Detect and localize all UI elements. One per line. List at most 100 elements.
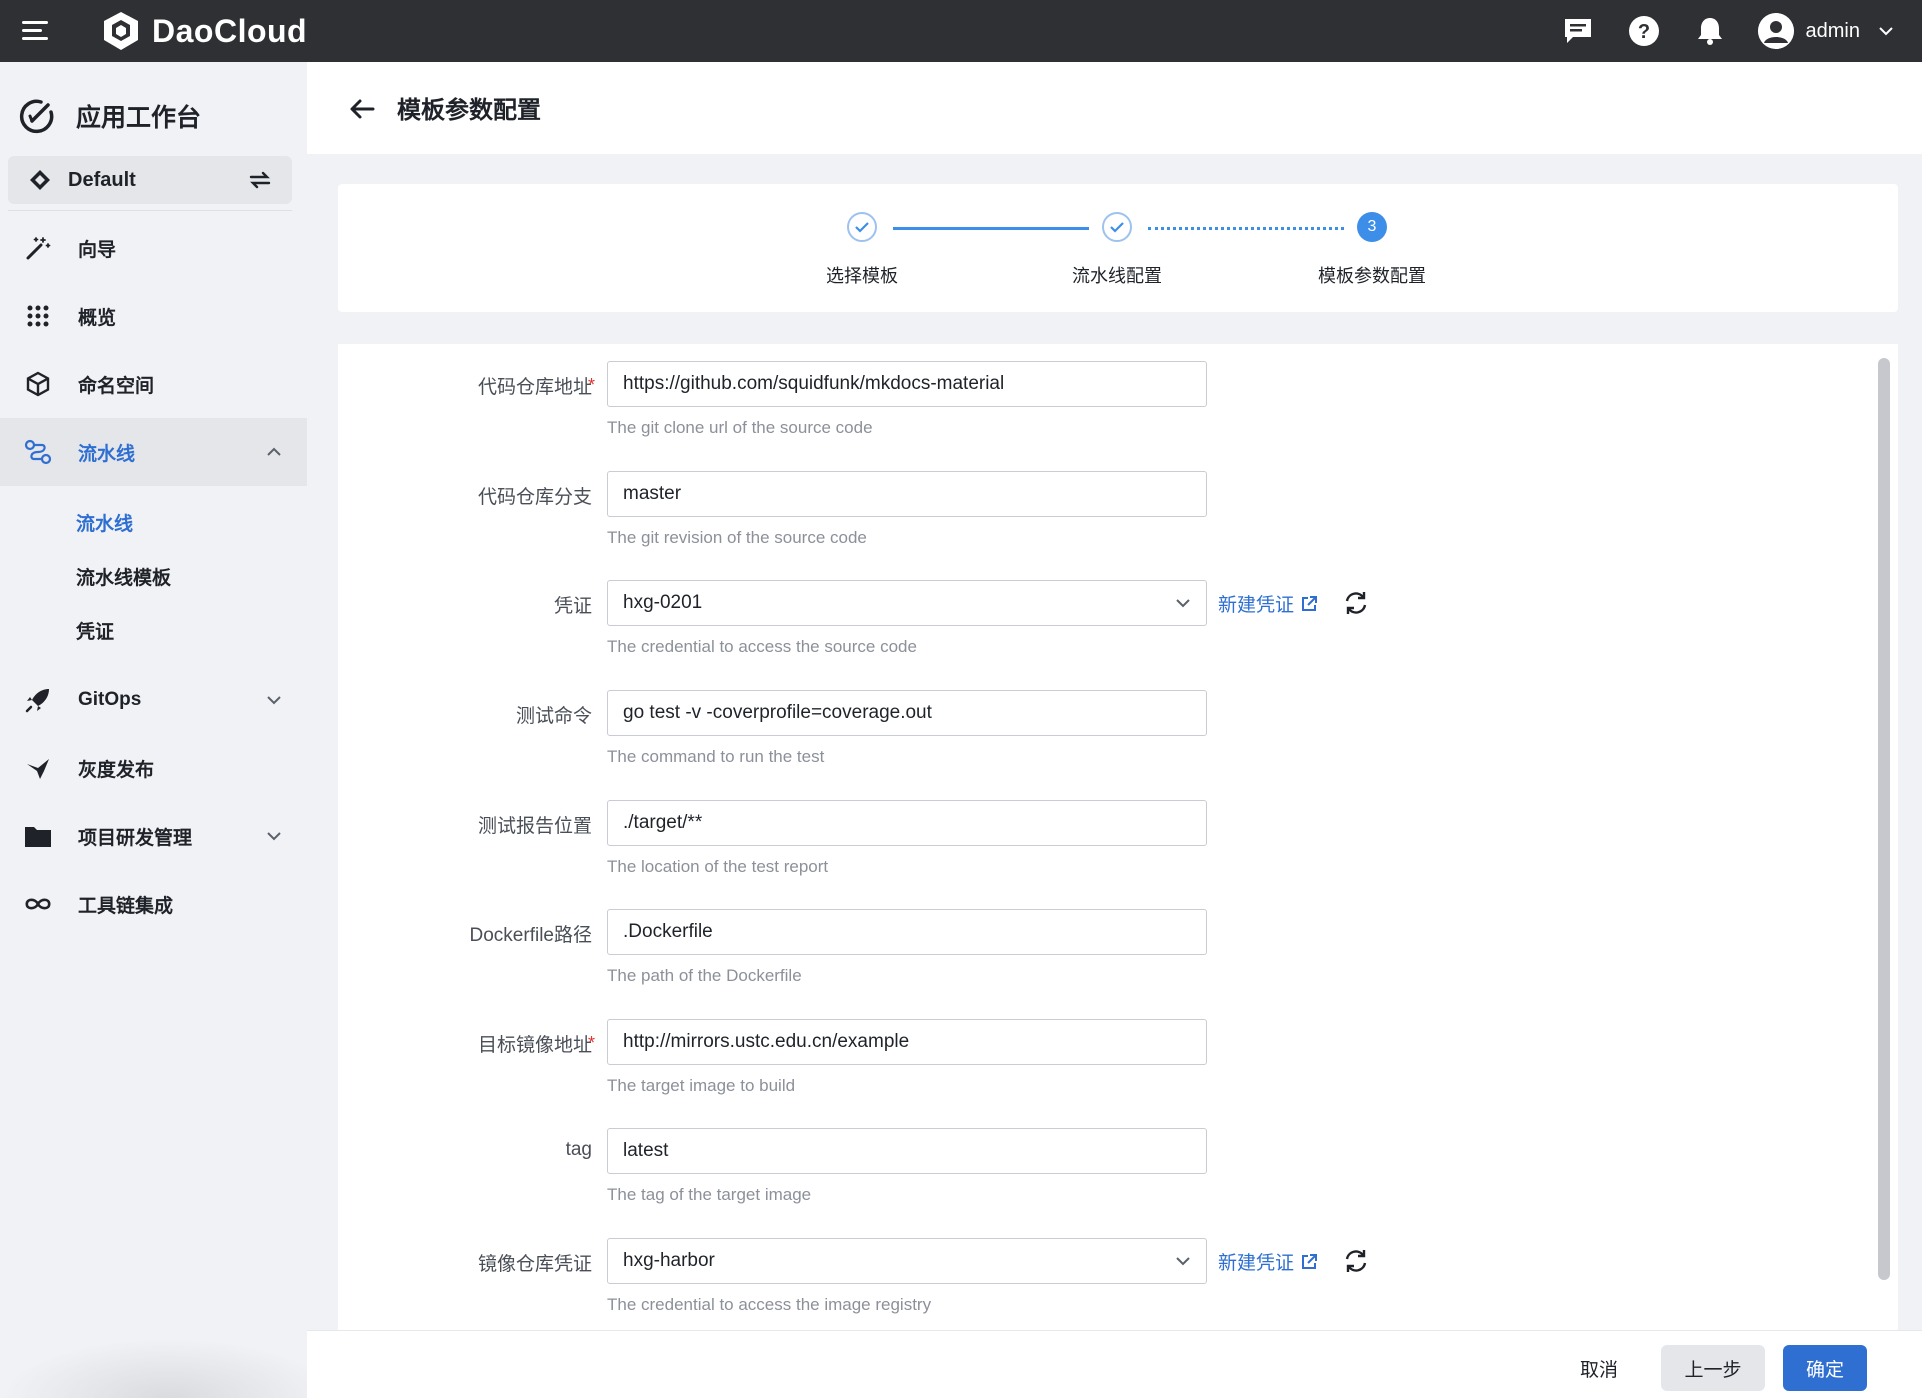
- registry-credential-select[interactable]: hxg-harbor: [607, 1238, 1207, 1284]
- sidebar-item-namespace[interactable]: 命名空间: [0, 350, 307, 418]
- step-2-label: 流水线配置: [1072, 266, 1162, 286]
- sidebar-subitem-credential[interactable]: 凭证: [76, 610, 114, 650]
- repo-url-input[interactable]: [607, 361, 1207, 407]
- steps-card: 3 选择模板 流水线配置 模板参数配置: [338, 184, 1898, 312]
- menu-icon[interactable]: [22, 16, 50, 46]
- new-credential-label: 新建凭证: [1218, 1253, 1295, 1274]
- workspace-icon: [30, 170, 50, 190]
- bell-icon[interactable]: [1692, 13, 1728, 49]
- chevron-up-icon: [267, 447, 281, 456]
- sidebar-item-project[interactable]: 项目研发管理: [0, 802, 307, 870]
- step-1-label: 选择模板: [826, 266, 898, 286]
- cancel-button[interactable]: 取消: [1557, 1345, 1641, 1391]
- cube-icon: [24, 370, 52, 398]
- sidebar-subitem-pipeline[interactable]: 流水线: [76, 502, 133, 542]
- previous-step-button[interactable]: 上一步: [1661, 1345, 1765, 1391]
- page-title: 模板参数配置: [397, 97, 541, 124]
- page-header: 模板参数配置: [307, 62, 1922, 154]
- credential-hint: The credential to access the source code: [607, 637, 917, 656]
- chevron-down-icon: [267, 832, 281, 841]
- test-command-hint: The command to run the test: [607, 747, 825, 766]
- target-image-input[interactable]: [607, 1019, 1207, 1065]
- magic-wand-icon: [24, 234, 52, 262]
- test-report-hint: The location of the test report: [607, 857, 829, 876]
- field-label-test-report: 测试报告位置: [477, 816, 592, 837]
- refresh-icon[interactable]: [1342, 589, 1370, 617]
- branch-hint: The git revision of the source code: [607, 528, 867, 547]
- chevron-down-icon: [1176, 1257, 1190, 1266]
- sidebar-item-label: 项目研发管理: [78, 827, 193, 849]
- field-label-registry-credential: 镜像仓库凭证: [477, 1254, 592, 1275]
- sidebar-divider: [8, 210, 292, 211]
- bird-icon: [24, 754, 52, 782]
- credential-select[interactable]: hxg-0201: [607, 580, 1207, 626]
- refresh-icon[interactable]: [1342, 1247, 1370, 1275]
- sidebar-item-label: 概览: [78, 307, 117, 329]
- sidebar-item-gitops[interactable]: GitOps: [0, 666, 307, 734]
- new-credential-label: 新建凭证: [1218, 595, 1295, 616]
- app-title-text: 应用工作台: [76, 104, 202, 132]
- step-3-label: 模板参数配置: [1318, 266, 1426, 286]
- workspace-name: Default: [68, 168, 136, 191]
- sidebar-item-label: 工具链集成: [78, 895, 174, 917]
- step-2-check-icon: [1102, 212, 1132, 242]
- infinity-icon: [24, 890, 52, 918]
- rocket-icon: [24, 686, 52, 714]
- tag-hint: The tag of the target image: [607, 1185, 812, 1204]
- chevron-down-icon: [267, 696, 281, 705]
- field-label-branch: 代码仓库分支: [477, 487, 592, 508]
- external-link-icon: [1302, 1253, 1318, 1269]
- sidebar-item-label: 向导: [78, 239, 117, 261]
- folder-icon: [24, 822, 52, 850]
- new-registry-credential-link[interactable]: 新建凭证: [1218, 1248, 1318, 1275]
- sidebar-item-canary[interactable]: 灰度发布: [0, 734, 307, 802]
- app-title: 应用工作台: [18, 94, 201, 138]
- sidebar-item-label: 灰度发布: [78, 759, 155, 781]
- sidebar: 应用工作台 Default 向导 概览 命名空间 流水线 流水线 流水线模板 凭…: [0, 62, 307, 1398]
- user-avatar-icon: [1757, 13, 1794, 49]
- sidebar-item-pipeline[interactable]: 流水线: [0, 418, 307, 486]
- sidebar-subitem-pipeline-template[interactable]: 流水线模板: [76, 556, 171, 596]
- switch-icon[interactable]: [248, 169, 272, 191]
- target-image-hint: The target image to build: [607, 1076, 796, 1095]
- user-name: admin: [1805, 19, 1860, 42]
- sidebar-item-guide[interactable]: 向导: [0, 214, 307, 282]
- message-icon[interactable]: [1560, 13, 1596, 49]
- confirm-button[interactable]: 确定: [1783, 1345, 1867, 1391]
- svg-text:?: ?: [1637, 21, 1649, 43]
- new-credential-link[interactable]: 新建凭证: [1218, 590, 1318, 617]
- step-connector-1: [893, 227, 1089, 230]
- scrollbar-thumb[interactable]: [1878, 358, 1890, 1280]
- footer-actions: 取消 上一步 确定: [307, 1330, 1922, 1398]
- step-1-check-icon: [847, 212, 877, 242]
- sidebar-item-label: GitOps: [78, 689, 142, 710]
- field-label-target-image: 目标镜像地址: [477, 1035, 592, 1056]
- user-menu[interactable]: admin: [1757, 13, 1894, 49]
- back-arrow-icon[interactable]: [347, 94, 377, 124]
- tag-input[interactable]: [607, 1128, 1207, 1174]
- sidebar-item-label: 流水线: [78, 443, 136, 465]
- credential-select-value: hxg-0201: [623, 592, 703, 613]
- sidebar-shadow: [0, 1338, 307, 1398]
- test-report-input[interactable]: [607, 800, 1207, 846]
- top-bar: DaoCloud ? admin: [0, 0, 1922, 62]
- field-label-credential: 凭证: [553, 596, 592, 617]
- sidebar-item-toolchain[interactable]: 工具链集成: [0, 870, 307, 938]
- sidebar-item-overview[interactable]: 概览: [0, 282, 307, 350]
- pipeline-icon: [24, 438, 52, 466]
- repo-url-hint: The git clone url of the source code: [607, 418, 873, 437]
- dockerfile-input[interactable]: [607, 909, 1207, 955]
- workspace-switcher[interactable]: Default: [8, 156, 292, 204]
- brand[interactable]: DaoCloud: [100, 4, 307, 58]
- workbench-icon: [19, 99, 54, 134]
- required-mark: *: [588, 375, 596, 395]
- test-command-input[interactable]: [607, 690, 1207, 736]
- help-icon[interactable]: ?: [1626, 13, 1662, 49]
- required-mark: *: [588, 1033, 596, 1053]
- field-label-repo-url: 代码仓库地址: [477, 377, 592, 398]
- dockerfile-hint: The path of the Dockerfile: [607, 966, 802, 985]
- step-3-number: 3: [1357, 212, 1387, 242]
- chevron-down-icon: [1879, 27, 1893, 36]
- branch-input[interactable]: [607, 471, 1207, 517]
- chevron-down-icon: [1176, 599, 1190, 608]
